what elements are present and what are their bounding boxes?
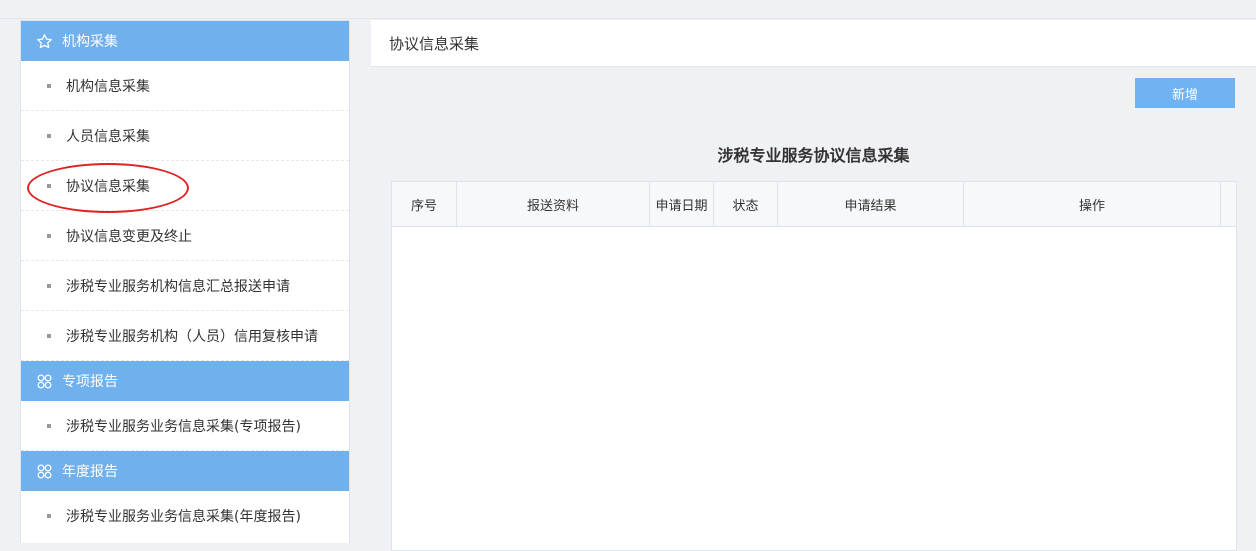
add-button[interactable]: 新增 — [1135, 78, 1235, 108]
grid-icon — [35, 462, 53, 480]
sidebar-item-agreement-change[interactable]: 协议信息变更及终止 — [21, 211, 349, 261]
column-header-result: 申请结果 — [778, 182, 964, 226]
column-header-status: 状态 — [714, 182, 778, 226]
agreement-table: 序号 报送资料 申请日期 状态 申请结果 操作 — [391, 181, 1237, 551]
bullet-icon — [47, 233, 51, 238]
group-title: 专项报告 — [62, 374, 118, 390]
bullet-icon — [47, 333, 51, 338]
sidebar-item-special-report-collection[interactable]: 涉税专业服务业务信息采集(专项报告) — [21, 401, 349, 451]
column-header-materials: 报送资料 — [457, 182, 650, 226]
grid-icon — [35, 372, 53, 390]
table-title: 涉税专业服务协议信息采集 — [717, 146, 910, 165]
sidebar-item-label: 协议信息变更及终止 — [66, 228, 192, 245]
sidebar-item-label: 人员信息采集 — [66, 128, 150, 145]
main-panel: 协议信息采集 新增 涉税专业服务协议信息采集 序号 报送资料 申请日期 状态 申… — [371, 20, 1256, 551]
sidebar-item-label: 机构信息采集 — [66, 78, 150, 95]
bullet-icon — [47, 133, 51, 138]
bullet-icon — [47, 423, 51, 428]
sidebar-item-label: 涉税专业服务业务信息采集(年度报告) — [66, 509, 301, 525]
star-icon — [35, 32, 53, 50]
sidebar-item-label: 涉税专业服务机构（人员）信用复核申请 — [66, 328, 318, 345]
bullet-icon — [47, 183, 51, 188]
sidebar-item-credit-review[interactable]: 涉税专业服务机构（人员）信用复核申请 — [21, 311, 349, 361]
column-header-scroll-gutter — [1221, 182, 1236, 226]
bullet-icon — [47, 514, 51, 518]
group-header-annual-report[interactable]: 年度报告 — [21, 451, 349, 491]
page-title-bar: 协议信息采集 — [371, 20, 1256, 67]
sidebar-item-label: 协议信息采集 — [66, 178, 150, 195]
page-title: 协议信息采集 — [389, 34, 480, 53]
sidebar-item-org-info[interactable]: 机构信息采集 — [21, 61, 349, 111]
sidebar-item-summary-report[interactable]: 涉税专业服务机构信息汇总报送申请 — [21, 261, 349, 311]
sidebar-item-staff-info[interactable]: 人员信息采集 — [21, 111, 349, 161]
top-strip — [0, 0, 1256, 19]
column-header-index: 序号 — [392, 182, 457, 226]
bullet-icon — [47, 283, 51, 288]
sidebar-item-label: 涉税专业服务机构信息汇总报送申请 — [66, 278, 290, 295]
column-header-action: 操作 — [964, 182, 1221, 226]
bullet-icon — [47, 83, 51, 88]
group-header-org-collection[interactable]: 机构采集 — [21, 21, 349, 61]
sidebar-item-annual-report-collection[interactable]: 涉税专业服务业务信息采集(年度报告) — [21, 491, 349, 541]
sidebar-item-label: 涉税专业服务业务信息采集(专项报告) — [66, 418, 301, 435]
table-header-row: 序号 报送资料 申请日期 状态 申请结果 操作 — [392, 182, 1236, 227]
group-title: 年度报告 — [62, 464, 118, 480]
column-header-apply-date: 申请日期 — [650, 182, 714, 226]
sidebar: 机构采集 机构信息采集 人员信息采集 协议信息采集 协议信息变更及终止 涉税专业… — [20, 20, 350, 543]
group-title: 机构采集 — [62, 34, 118, 50]
group-header-special-report[interactable]: 专项报告 — [21, 361, 349, 401]
sidebar-item-agreement-info[interactable]: 协议信息采集 — [21, 161, 349, 211]
